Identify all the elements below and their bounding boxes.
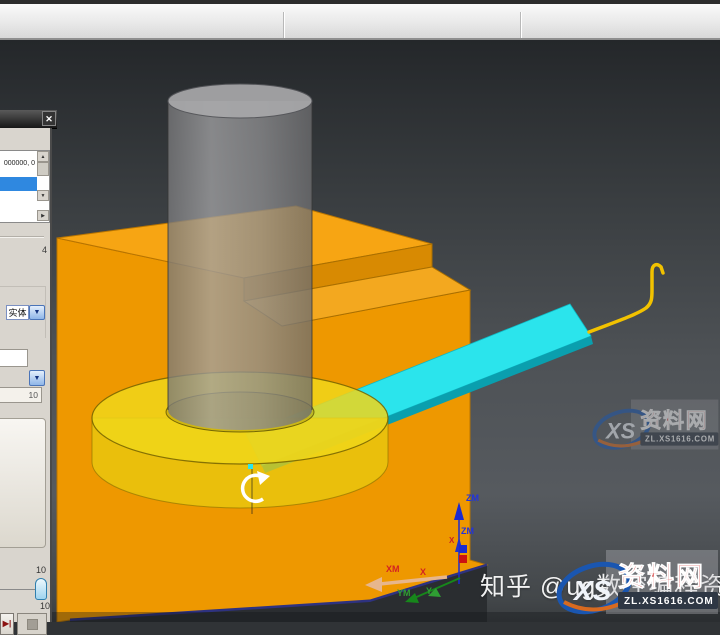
ym-axis-label: YM xyxy=(397,588,411,598)
ziliao-logo-watermark: XS 资料网 ZL.XS1616.COM xyxy=(556,548,720,620)
step-forward-icon[interactable]: ▶| xyxy=(0,613,14,635)
origin-handle-blue[interactable] xyxy=(459,545,467,553)
scroll-up-icon[interactable]: ▲ xyxy=(37,151,49,162)
stop-icon xyxy=(27,619,38,630)
origin-x-label: X xyxy=(449,536,455,545)
value-field[interactable] xyxy=(0,349,28,367)
dialog-title-bar[interactable]: ✕ xyxy=(0,110,57,129)
offset-value-field[interactable]: 10 xyxy=(0,387,42,403)
graphics-viewport[interactable]: ZM ZM X XM X YM Y xyxy=(0,40,720,622)
toolbar-separator xyxy=(520,12,521,38)
options-group-panel[interactable] xyxy=(0,418,46,548)
wire-toolpath[interactable] xyxy=(589,265,663,332)
count-label: 4 xyxy=(42,245,47,255)
slider-thumb[interactable] xyxy=(35,578,47,600)
points-listbox[interactable]: 000000, 0 ▲ ▼ ▶ xyxy=(0,150,50,223)
cylinder-body xyxy=(168,101,312,430)
operation-dialog: ✕ 000000, 0 ▲ ▼ ▶ 4 实体 ▼ ▼ 10 10 10 ▶| xyxy=(0,110,57,622)
origin-handle-red[interactable] xyxy=(459,555,467,563)
chevron-down-icon[interactable]: ▼ xyxy=(29,305,45,320)
logo-xs-text: XS xyxy=(572,575,612,606)
scrollbar-thumb[interactable] xyxy=(37,162,49,176)
y-axis-label: Y xyxy=(426,586,432,596)
separator xyxy=(0,236,44,237)
chevron-down-icon[interactable]: ▼ xyxy=(29,370,45,386)
xm-axis-label: XM xyxy=(386,564,400,574)
list-item-selected[interactable] xyxy=(0,177,37,191)
cad-scene: ZM ZM X XM X YM Y xyxy=(0,40,720,622)
scroll-down-icon[interactable]: ▼ xyxy=(37,190,49,201)
scroll-right-icon[interactable]: ▶ xyxy=(37,210,49,221)
tool-cylinder[interactable] xyxy=(168,84,312,430)
stop-button[interactable] xyxy=(17,613,47,635)
logo-name-text: 资料网 xyxy=(640,409,708,433)
top-toolbar xyxy=(0,0,720,40)
logo-url-text: ZL.XS1616.COM xyxy=(645,435,715,444)
close-icon[interactable]: ✕ xyxy=(42,111,56,126)
x-axis-label: X xyxy=(420,567,426,577)
geometry-type-combo[interactable]: 实体 xyxy=(6,305,29,320)
z-axis-label: ZM xyxy=(461,526,474,536)
ziliao-logo-watermark-mid: XS 资料网 ZL.XS1616.COM xyxy=(592,398,720,454)
toolbar-separator xyxy=(283,12,284,38)
logo-name-text: 资料网 xyxy=(618,562,705,592)
group-border xyxy=(0,286,46,287)
dialog-body: 000000, 0 ▲ ▼ ▶ 4 实体 ▼ ▼ 10 10 10 ▶| xyxy=(0,128,52,622)
zm-axis-label: ZM xyxy=(466,493,479,503)
cylinder-top-face xyxy=(168,84,312,118)
group-border xyxy=(45,286,46,338)
slider-track[interactable] xyxy=(0,589,36,590)
slider-value-label: 10 xyxy=(40,601,50,611)
slider-max-label: 10 xyxy=(36,565,46,575)
logo-xs-text: XS xyxy=(605,419,636,444)
logo-url-text: ZL.XS1616.COM xyxy=(624,596,714,607)
list-item[interactable]: 000000, 0 xyxy=(0,160,35,167)
path-point-dot xyxy=(248,464,253,469)
